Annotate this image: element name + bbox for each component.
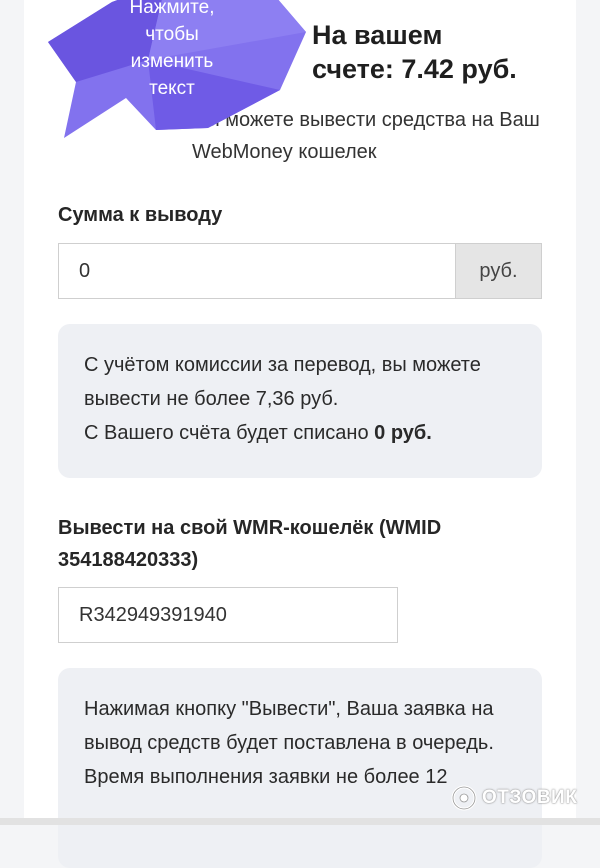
wallet-input[interactable]: R342949391940: [58, 587, 398, 643]
bubble-text-line-1: Нажмите,: [129, 0, 215, 18]
bubble-text-line-2: чтобы: [145, 24, 199, 45]
balance-heading: На вашем счете: 7.42 руб.: [312, 18, 517, 86]
notice-text: Нажимая кнопку "Вывести", Ваша заявка на…: [84, 698, 494, 788]
bubble-text-line-3: изменить: [130, 51, 214, 72]
watermark: ОТЗОВИК: [450, 783, 577, 813]
commission-text: С учётом комиссии за перевод, вы можете …: [84, 354, 481, 410]
wallet-value: R342949391940: [79, 603, 227, 626]
otzovik-logo-icon: [451, 785, 477, 811]
debit-prefix: С Вашего счёта будет списано: [84, 422, 375, 444]
balance-line-1: На вашем: [312, 20, 443, 50]
bottom-bar: [0, 818, 600, 825]
amount-input[interactable]: 0: [58, 243, 455, 299]
bubble-text-line-4: текст: [149, 78, 195, 99]
debit-amount: 0 руб.: [374, 422, 432, 444]
currency-suffix: руб.: [455, 243, 542, 299]
notice-info-box: Нажимая кнопку "Вывести", Ваша заявка на…: [58, 668, 542, 868]
amount-field-group: 0 руб.: [58, 243, 542, 299]
amount-label: Сумма к выводу: [58, 204, 223, 226]
balance-line-2: счете: 7.42 руб.: [312, 54, 517, 84]
debit-text: С Вашего счёта будет списано 0 руб.: [84, 416, 516, 450]
wallet-label: Вывести на свой WMR-кошелёк (WMID 354188…: [58, 517, 442, 571]
bubble-text[interactable]: Нажмите, чтобы изменить текст: [110, 0, 234, 102]
commission-info-box: С учётом комиссии за перевод, вы можете …: [58, 324, 542, 478]
watermark-text: ОТЗОВИК: [482, 787, 578, 808]
amount-value: 0: [79, 259, 91, 282]
